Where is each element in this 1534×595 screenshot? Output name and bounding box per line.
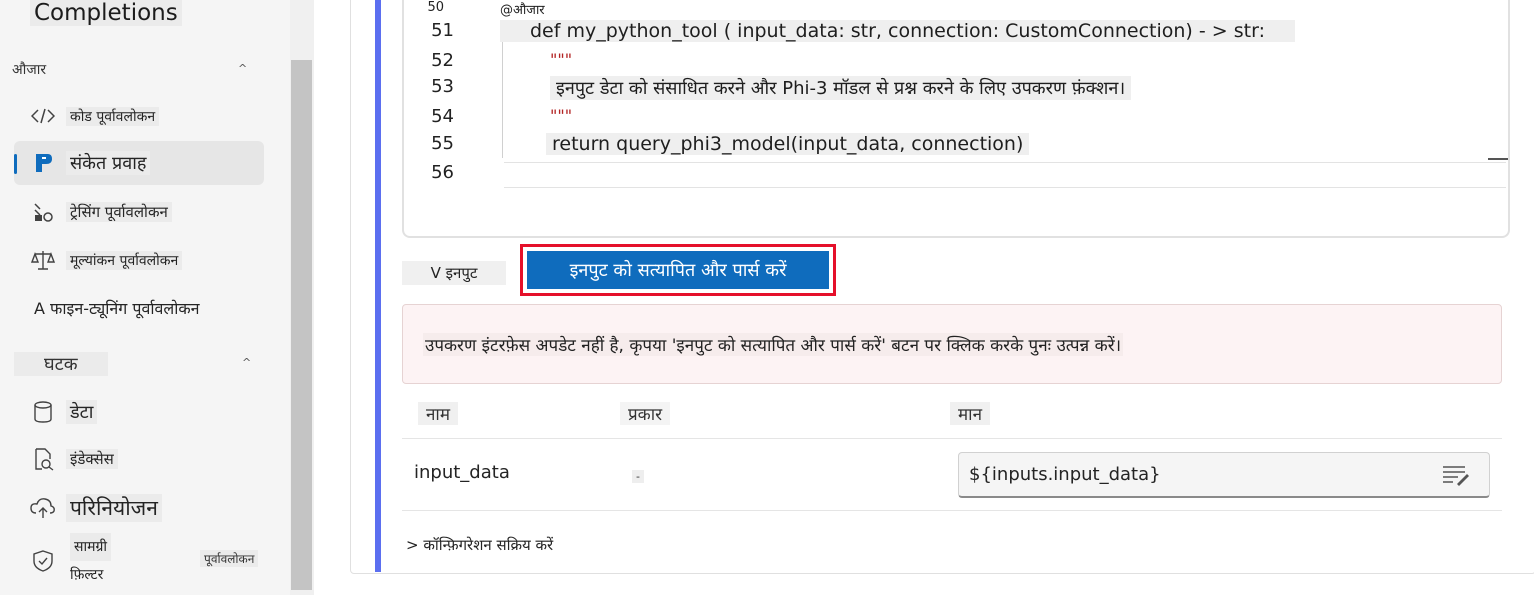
index-icon bbox=[30, 447, 56, 471]
code-icon bbox=[30, 104, 56, 128]
prompt-flow-icon bbox=[30, 151, 56, 175]
sidebar-heading: Completions bbox=[30, 0, 182, 26]
validate-button-highlight: इनपुट को सत्यापित और पार्स करें bbox=[520, 244, 836, 296]
table-divider bbox=[402, 438, 1502, 439]
code-text: """ bbox=[550, 50, 573, 69]
sidebar-item-label: A फाइन-ट्यूनिंग पूर्वावलोकन bbox=[34, 299, 200, 318]
code-line: 54 """ bbox=[404, 106, 1508, 134]
line-number: 52 bbox=[431, 50, 454, 71]
input-type-dropdown[interactable]: - bbox=[632, 470, 644, 483]
table-divider bbox=[402, 510, 1502, 511]
sidebar-item-label: कोड पूर्वावलोकन bbox=[66, 106, 160, 126]
selected-indicator bbox=[14, 154, 17, 174]
line-number: 54 bbox=[431, 106, 454, 127]
line-number: 53 bbox=[431, 76, 454, 97]
shield-icon bbox=[30, 549, 56, 573]
content-filter-label-line2: फ़िल्टर bbox=[70, 567, 104, 583]
line-number: 56 bbox=[431, 162, 454, 183]
code-text: return query_phi3_model(input_data, conn… bbox=[546, 133, 1030, 155]
sidebar-scrollbar-thumb[interactable] bbox=[291, 60, 312, 590]
content-filter-label-line1: सामग्री bbox=[70, 533, 111, 561]
node-accent-bar bbox=[375, 0, 381, 572]
sidebar-item-fine-tuning-preview[interactable]: A फाइन-ट्यूनिंग पूर्वावलोकन bbox=[14, 286, 264, 330]
code-text: इनपुट डेटा को संसाधित करने और Phi-3 मॉडल… bbox=[550, 76, 1132, 100]
input-value-field[interactable] bbox=[958, 452, 1490, 498]
line-number: 50 bbox=[427, 0, 444, 15]
column-header-type: प्रकार bbox=[620, 402, 671, 425]
code-line: 55 return query_phi3_model(input_data, c… bbox=[404, 133, 1508, 161]
tracing-icon bbox=[30, 200, 56, 224]
input-name-cell: input_data bbox=[414, 462, 510, 483]
inputs-collapse-toggle[interactable]: V इनपुट bbox=[402, 261, 506, 285]
preview-badge: पूर्वावलोकन bbox=[200, 550, 259, 567]
sidebar-item-evaluation-preview[interactable]: मूल्यांकन पूर्वावलोकन bbox=[14, 238, 264, 282]
warning-text: उपकरण इंटरफ़ेस अपडेट नहीं है, कृपया 'इनप… bbox=[423, 332, 1124, 356]
sidebar-item-prompt-flow[interactable]: संकेत प्रवाह bbox=[14, 141, 264, 185]
code-text: def my_python_tool ( input_data: str, co… bbox=[500, 20, 1295, 42]
sidebar-item-label: डेटा bbox=[66, 400, 98, 424]
activate-config-link[interactable]: > कॉन्फ़िगरेशन सक्रिय करें bbox=[406, 535, 553, 555]
code-editor[interactable]: 50 @औजार 51 def my_python_tool ( input_d… bbox=[402, 0, 1510, 238]
collapse-components-icon[interactable]: ^ bbox=[242, 356, 251, 369]
components-section-label: घटक bbox=[14, 352, 108, 376]
sidebar-item-label: मूल्यांकन पूर्वावलोकन bbox=[66, 250, 183, 270]
column-header-value: मान bbox=[950, 402, 991, 425]
warning-banner: उपकरण इंटरफ़ेस अपडेट नहीं है, कृपया 'इनप… bbox=[402, 304, 1502, 384]
sidebar-item-indexes[interactable]: इंडेक्सेस bbox=[14, 437, 264, 481]
edit-expression-icon[interactable] bbox=[1440, 462, 1470, 488]
collapse-tools-icon[interactable]: ^ bbox=[238, 62, 247, 75]
sidebar-item-tracing-preview[interactable]: ट्रेसिंग पूर्वावलोकन bbox=[14, 190, 264, 234]
sidebar-item-data[interactable]: डेटा bbox=[14, 390, 264, 434]
tools-section-label: औजार bbox=[12, 62, 47, 78]
cloud-icon bbox=[30, 496, 56, 520]
database-icon bbox=[30, 400, 56, 424]
sidebar-item-label: ट्रेसिंग पूर्वावलोकन bbox=[66, 202, 172, 222]
line-number: 55 bbox=[431, 133, 454, 154]
sidebar-item-code-preview[interactable]: कोड पूर्वावलोकन bbox=[14, 94, 264, 138]
column-header-name: नाम bbox=[418, 402, 459, 425]
code-line: 56 bbox=[404, 162, 1508, 190]
code-line: 52 """ bbox=[404, 50, 1508, 78]
code-text: @औजार bbox=[500, 3, 545, 18]
code-line: 53 इनपुट डेटा को संसाधित करने और Phi-3 म… bbox=[404, 76, 1508, 104]
code-text: """ bbox=[550, 106, 573, 125]
sidebar-item-label: परिनियोजन bbox=[66, 494, 162, 522]
sidebar-item-label: संकेत प्रवाह bbox=[66, 151, 151, 175]
scale-icon bbox=[30, 248, 56, 272]
code-line: 51 def my_python_tool ( input_data: str,… bbox=[404, 20, 1508, 48]
sidebar: Completions औजार ^ कोड पूर्वावलोकन संकेत… bbox=[0, 0, 290, 595]
validate-and-parse-button[interactable]: इनपुट को सत्यापित और पार्स करें bbox=[527, 251, 829, 289]
sidebar-item-label: इंडेक्सेस bbox=[66, 449, 118, 469]
sidebar-item-deployments[interactable]: परिनियोजन bbox=[14, 486, 264, 530]
line-number: 51 bbox=[431, 20, 454, 41]
